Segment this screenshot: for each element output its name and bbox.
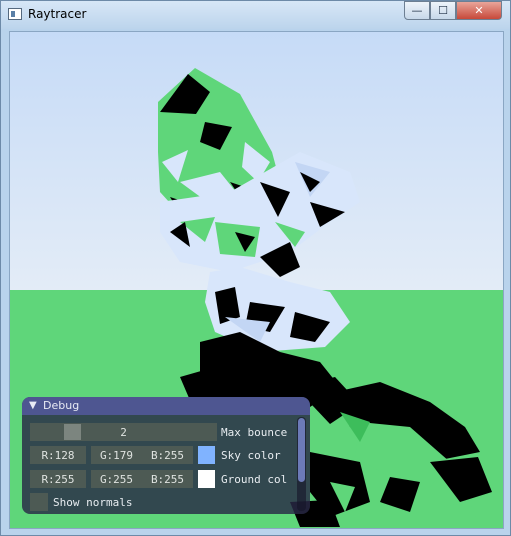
app-icon	[8, 8, 22, 20]
max-bounce-label: Max bounce	[221, 426, 288, 439]
app-window: Raytracer — ☐ ✕ ▼ Debug 2 Max bounce R:1…	[0, 0, 511, 536]
show-normals-label: Show normals	[53, 496, 133, 509]
sky-color-r-field[interactable]: R:128	[30, 446, 86, 464]
max-bounce-value: 2	[120, 425, 127, 439]
minimize-button[interactable]: —	[404, 1, 430, 20]
maximize-button[interactable]: ☐	[430, 1, 456, 20]
max-bounce-slider[interactable]: 2	[30, 423, 217, 441]
debug-panel-title: Debug	[43, 399, 80, 412]
window-title: Raytracer	[28, 7, 87, 21]
scrollbar-thumb[interactable]	[298, 418, 305, 482]
sky-color-b-field[interactable]: B:255	[142, 446, 193, 464]
ground-color-g-field[interactable]: G:255	[91, 470, 142, 488]
panel-scrollbar[interactable]	[297, 417, 306, 511]
show-normals-checkbox[interactable]	[30, 493, 48, 511]
debug-panel: ▼ Debug 2 Max bounce R:128 G:179 B:255 S…	[22, 397, 310, 514]
sky-color-label: Sky color	[221, 449, 281, 462]
collapse-triangle-icon[interactable]: ▼	[29, 400, 37, 411]
ground-color-r-field[interactable]: R:255	[30, 470, 86, 488]
ground-color-swatch[interactable]	[198, 470, 215, 488]
sky-color-g-field[interactable]: G:179	[91, 446, 142, 464]
sky-color-swatch[interactable]	[198, 446, 215, 464]
title-bar[interactable]: Raytracer — ☐ ✕	[1, 1, 510, 29]
debug-panel-header[interactable]: ▼ Debug	[22, 397, 310, 415]
close-button[interactable]: ✕	[456, 1, 502, 20]
ground-color-b-field[interactable]: B:255	[142, 470, 193, 488]
ground-color-label: Ground col	[221, 473, 288, 486]
